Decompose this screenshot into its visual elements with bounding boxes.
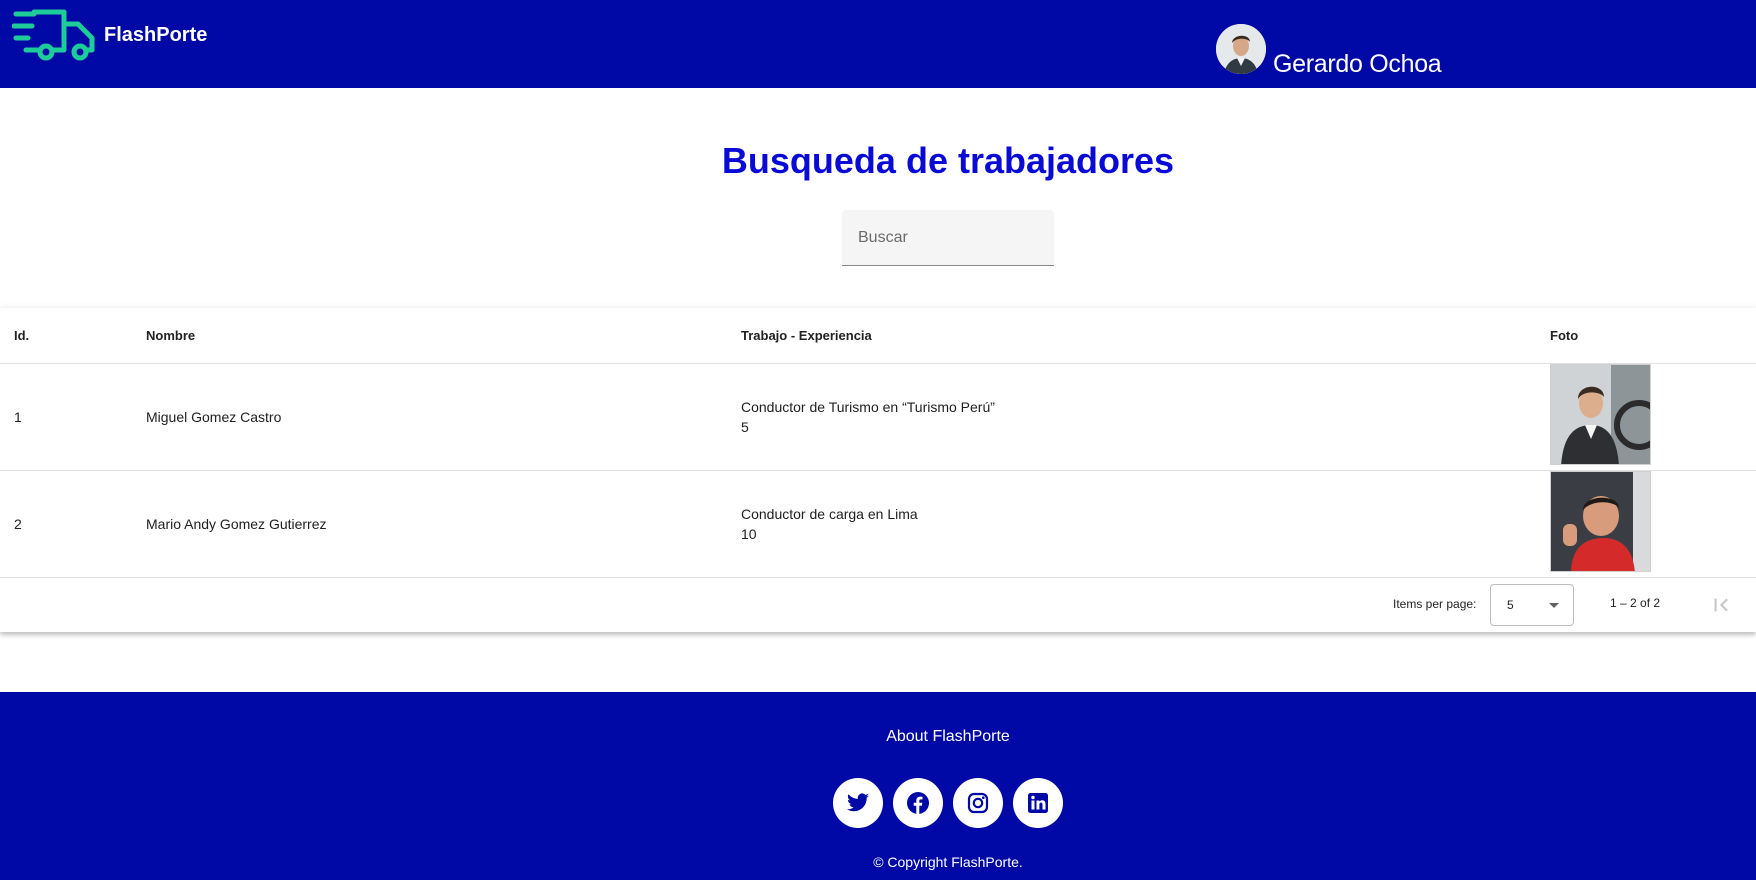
twitter-icon bbox=[847, 793, 869, 812]
cell-id: 2 bbox=[14, 516, 22, 532]
items-per-page-select[interactable]: 5 bbox=[1490, 584, 1574, 626]
page-range-label: 1 – 2 of 2 bbox=[1610, 596, 1661, 610]
delivery-truck-icon[interactable] bbox=[12, 6, 98, 66]
brand-name[interactable]: FlashPorte bbox=[104, 24, 207, 47]
footer: About FlashPorte © Copyright FlashPorte. bbox=[0, 692, 1756, 880]
copyright-text: © Copyright FlashPorte. bbox=[873, 854, 1023, 870]
facebook-button[interactable] bbox=[893, 778, 943, 828]
instagram-icon bbox=[967, 792, 989, 814]
page-title: Busqueda de trabajadores bbox=[721, 140, 1175, 181]
instagram-button[interactable] bbox=[953, 778, 1003, 828]
cell-id: 1 bbox=[14, 409, 22, 425]
user-name[interactable]: Gerardo Ochoa bbox=[1273, 50, 1442, 79]
table-row[interactable]: 1 Miguel Gomez Castro Conductor de Turis… bbox=[0, 364, 1756, 471]
facebook-icon bbox=[907, 792, 929, 814]
twitter-button[interactable] bbox=[833, 778, 883, 828]
first-page-icon bbox=[1714, 598, 1728, 612]
linkedin-button[interactable] bbox=[1013, 778, 1063, 828]
about-link[interactable]: About FlashPorte bbox=[0, 728, 1756, 746]
worker-photo bbox=[1550, 471, 1651, 572]
table-header-row: Id. Nombre Trabajo - Experiencia Foto bbox=[0, 308, 1756, 364]
user-avatar[interactable] bbox=[1216, 24, 1266, 74]
table-row[interactable]: 2 Mario Andy Gomez Gutierrez Conductor d… bbox=[0, 471, 1756, 578]
cell-trabajo: Conductor de carga en Lima bbox=[741, 506, 918, 522]
search-input[interactable] bbox=[842, 210, 1054, 265]
first-page-button[interactable] bbox=[1708, 592, 1734, 618]
cell-experiencia: 10 bbox=[741, 526, 757, 542]
chevron-down-icon bbox=[1549, 603, 1559, 608]
search-field[interactable] bbox=[842, 210, 1054, 266]
column-header-id[interactable]: Id. bbox=[14, 328, 29, 343]
column-header-nombre[interactable]: Nombre bbox=[146, 328, 195, 343]
cell-trabajo: Conductor de Turismo en “Turismo Perú” bbox=[741, 399, 995, 415]
top-navbar: FlashPorte Gerardo Ochoa bbox=[0, 0, 1756, 88]
paginator: Items per page: 5 1 – 2 of 2 bbox=[0, 584, 1756, 632]
cell-nombre: Miguel Gomez Castro bbox=[146, 409, 282, 425]
items-per-page-value: 5 bbox=[1507, 598, 1514, 612]
cell-experiencia: 5 bbox=[741, 419, 749, 435]
column-header-foto[interactable]: Foto bbox=[1550, 328, 1578, 343]
worker-photo bbox=[1550, 364, 1651, 465]
workers-table: Id. Nombre Trabajo - Experiencia Foto 1 … bbox=[0, 308, 1756, 632]
cell-nombre: Mario Andy Gomez Gutierrez bbox=[146, 516, 327, 532]
column-header-trabajo[interactable]: Trabajo - Experiencia bbox=[741, 328, 872, 343]
items-per-page-label: Items per page: bbox=[1393, 597, 1477, 611]
linkedin-icon bbox=[1028, 793, 1048, 813]
